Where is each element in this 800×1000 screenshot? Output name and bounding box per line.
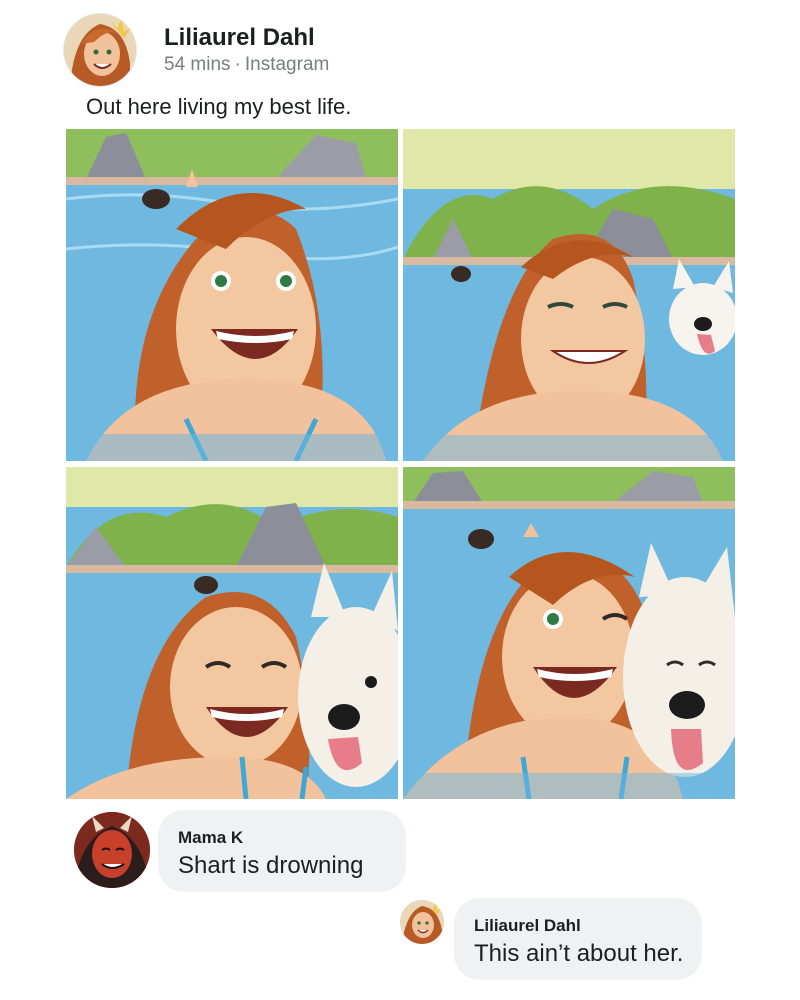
comment-text: Shart is drowning [178,852,364,879]
post-source: Instagram [244,54,330,75]
comment-bubble: Mama K Shart is drowning [158,810,406,892]
photo-grid [66,129,735,800]
photo-1[interactable] [66,129,398,461]
post-meta: 54 mins · Instagram [164,54,329,76]
comment: Mama K Shart is drowning [72,806,412,896]
replier-avatar[interactable] [400,900,444,944]
photo-3[interactable] [66,467,398,799]
post-header: Liliaurel Dahl 54 mins · Instagram [64,14,664,86]
commenter-name[interactable]: Liliaurel Dahl [474,916,581,936]
comment-text: This ain’t about her. [474,940,684,967]
comment-bubble: Liliaurel Dahl This ain’t about her. [454,898,702,980]
photo-2[interactable] [403,129,735,461]
author-name[interactable]: Liliaurel Dahl [164,24,315,52]
comment-reply: Liliaurel Dahl This ain’t about her. [396,894,716,984]
photo-4[interactable] [403,467,735,799]
post-time[interactable]: 54 mins [164,54,231,75]
commenter-avatar[interactable] [74,812,150,888]
author-avatar[interactable] [64,14,136,86]
post-text: Out here living my best life. [86,94,352,119]
commenter-name[interactable]: Mama K [178,828,243,848]
meta-separator: · [234,54,241,75]
